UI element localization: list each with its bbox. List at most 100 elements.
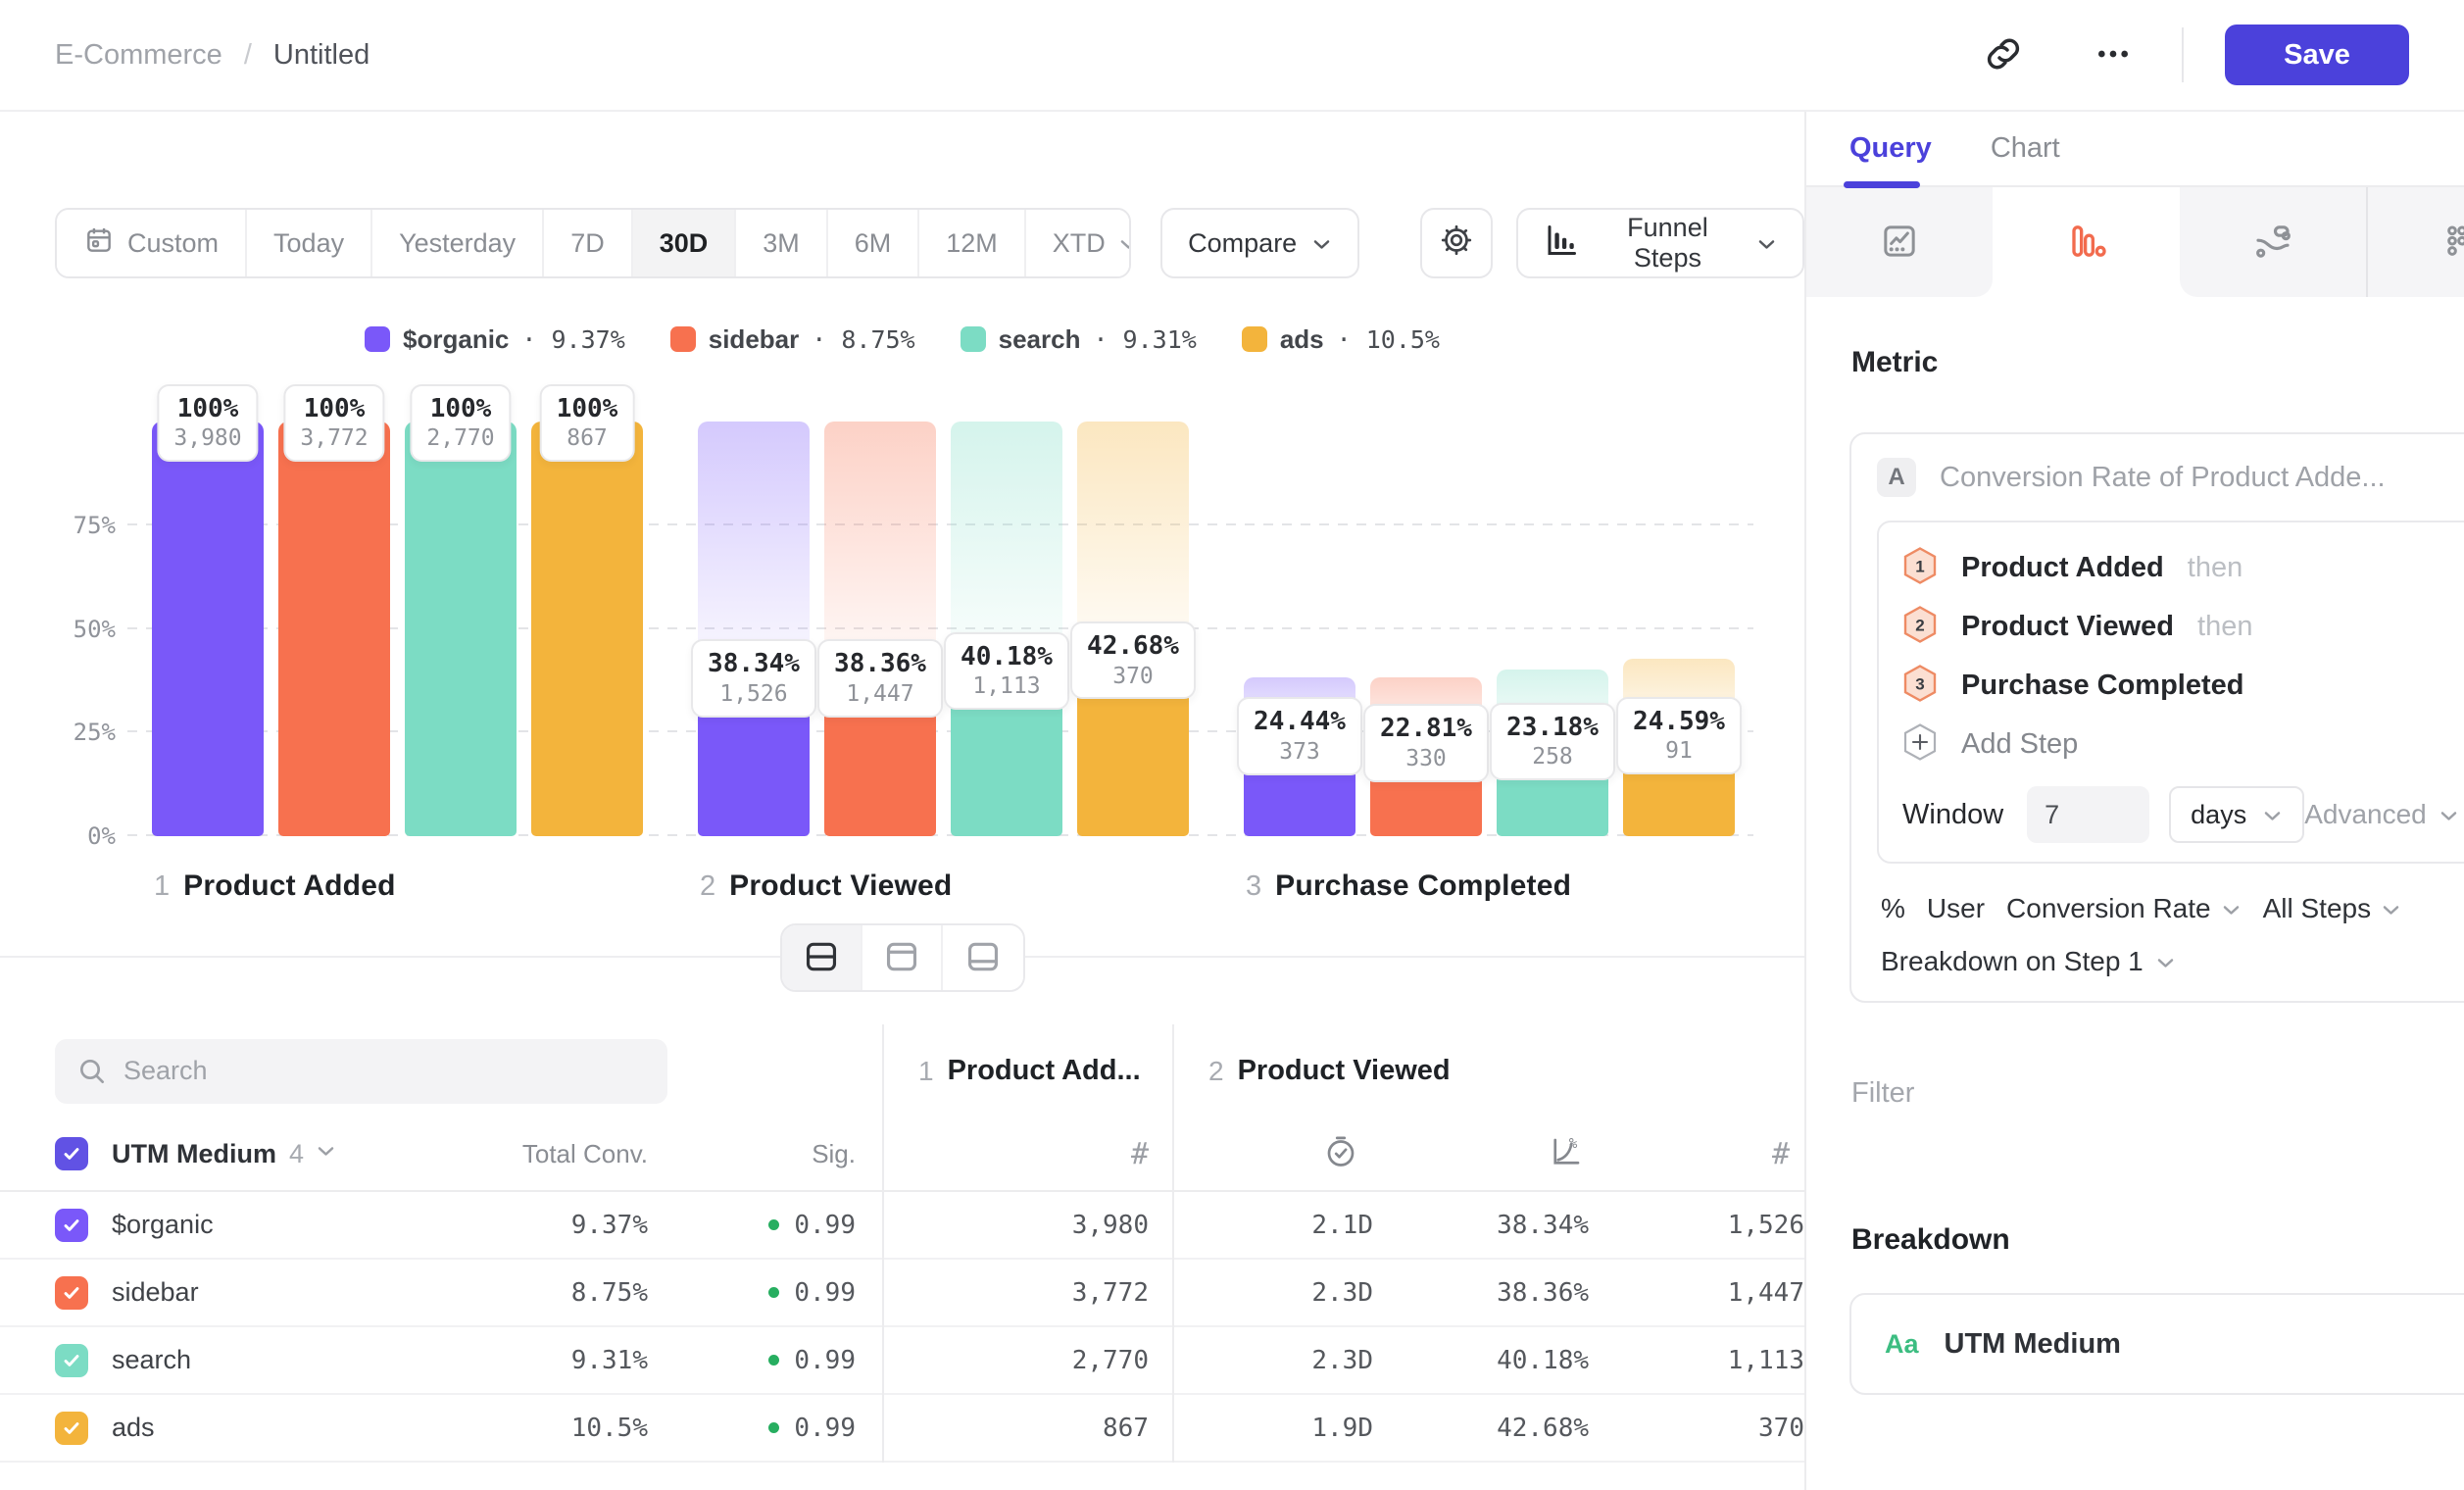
tab-query[interactable]: Query	[1849, 132, 1932, 165]
legend-item[interactable]: sidebar· 8.75%	[670, 324, 915, 355]
view-toggle-chart-only[interactable]	[862, 925, 943, 990]
range-button-yesterday[interactable]: Yesterday	[372, 210, 544, 276]
bar-value-label: 100%3,772	[283, 384, 384, 462]
chart-type-tab-line-chart[interactable]	[1806, 187, 1993, 297]
row-checkbox[interactable]	[55, 1209, 88, 1242]
bar-count: 370	[1087, 664, 1179, 691]
range-button-xtd[interactable]: XTD	[1026, 210, 1131, 276]
save-button[interactable]: Save	[2225, 25, 2409, 85]
row-step2-conversion: 42.68%	[1373, 1395, 1589, 1461]
query-step-row[interactable]: 2Product Viewedthen	[1902, 597, 2459, 656]
share-link-button[interactable]	[1976, 26, 2031, 84]
legend-item[interactable]: $organic· 9.37%	[365, 324, 625, 355]
column-header-count-icon[interactable]: #	[1589, 1118, 1804, 1190]
column-header-conversion-icon[interactable]: %	[1373, 1118, 1589, 1190]
bar-count: 373	[1254, 739, 1346, 767]
range-button-3m[interactable]: 3M	[736, 210, 828, 276]
group-count: 4	[289, 1139, 304, 1169]
select-all-checkbox[interactable]	[55, 1137, 88, 1170]
filter-section: Filter	[1851, 1075, 2464, 1112]
spacer	[856, 1192, 883, 1258]
step-connector: then	[2197, 611, 2252, 643]
window-unit-select[interactable]: days	[2169, 786, 2304, 843]
more-menu-button[interactable]	[2086, 26, 2141, 84]
range-button-6m[interactable]: 6M	[828, 210, 920, 276]
row-checkbox[interactable]	[55, 1276, 88, 1310]
query-step-row[interactable]: 3Purchase Completed	[1902, 656, 2459, 715]
add-step-row[interactable]: Add Step	[1902, 715, 2459, 773]
metric-title-row[interactable]: A Conversion Rate of Product Adde...	[1877, 458, 2464, 497]
chart-settings-button[interactable]	[1420, 208, 1493, 278]
row-checkbox[interactable]	[55, 1344, 88, 1377]
hash-icon: #	[1131, 1137, 1149, 1171]
row-significance: 0.99	[648, 1327, 856, 1393]
table-row[interactable]: ads10.5%0.998671.9D42.68%370	[0, 1395, 1804, 1463]
row-total-conversion-value: 8.75%	[571, 1278, 648, 1308]
chart-type-tab-funnel-bars[interactable]	[1993, 187, 2179, 297]
column-header-count-icon[interactable]: #	[883, 1118, 1173, 1190]
funnel-steps-icon	[1544, 223, 1579, 265]
chevron-down-icon	[316, 1145, 336, 1164]
table-row[interactable]: sidebar8.75%0.993,7722.3D38.36%1,447	[0, 1260, 1804, 1327]
funnel-bar[interactable]	[531, 422, 643, 836]
window-label: Window	[1902, 799, 2003, 831]
breakdown-item[interactable]: Aa UTM Medium	[1849, 1293, 2464, 1395]
range-button-today[interactable]: Today	[247, 210, 372, 276]
chart-type-tab-flow[interactable]	[2180, 187, 2366, 297]
y-axis-tick-label: 25%	[35, 719, 116, 746]
funnel-bar[interactable]	[405, 422, 517, 836]
funnel-bar[interactable]	[152, 422, 264, 836]
legend-item[interactable]: search· 9.31%	[961, 324, 1197, 355]
row-step1-count-value: 867	[1103, 1414, 1149, 1443]
table-step2-header[interactable]: 2 Product Viewed	[1173, 1024, 1804, 1118]
range-button-7d[interactable]: 7D	[544, 210, 633, 276]
compare-button[interactable]: Compare	[1160, 208, 1359, 278]
range-button-30d[interactable]: 30D	[633, 210, 737, 276]
significance-dot	[768, 1422, 779, 1433]
tab-chart[interactable]: Chart	[1991, 132, 2060, 165]
view-toggle-table-only[interactable]	[943, 925, 1023, 990]
metric-card: A Conversion Rate of Product Adde... 1Pr…	[1849, 432, 2464, 1003]
row-step2-conversion-value: 38.36%	[1497, 1278, 1589, 1308]
row-step2-count-value: 1,447	[1728, 1278, 1804, 1308]
bar-conversion-pct: 24.44%	[1254, 706, 1346, 739]
advanced-button[interactable]: Advanced	[2304, 799, 2459, 830]
legend-item[interactable]: ads· 10.5%	[1242, 324, 1440, 355]
svg-text:1: 1	[1915, 557, 1924, 575]
legend-series-name: sidebar	[709, 324, 800, 355]
bar-conversion-pct: 100%	[426, 393, 494, 426]
breadcrumb-page-title[interactable]: Untitled	[273, 39, 370, 72]
funnel-bar[interactable]	[278, 422, 390, 836]
y-axis-tick-label: 0%	[35, 822, 116, 850]
range-button-12m[interactable]: 12M	[919, 210, 1026, 276]
bar-conversion-pct: 38.36%	[834, 648, 926, 681]
view-toggle-split-view[interactable]	[782, 925, 862, 990]
window-value-input[interactable]	[2027, 786, 2149, 843]
breadcrumb-project[interactable]: E-Commerce	[55, 39, 222, 72]
row-total-conversion: 8.75%	[427, 1260, 648, 1325]
table-row[interactable]: $organic9.37%0.993,9802.1D38.34%1,526	[0, 1192, 1804, 1260]
row-checkbox[interactable]	[55, 1412, 88, 1445]
query-step-row[interactable]: 1Product Addedthen	[1902, 538, 2459, 597]
range-label: 12M	[946, 228, 998, 259]
column-header-sig[interactable]: Sig.	[648, 1118, 856, 1190]
chart-type-tab-grid-dots[interactable]	[2366, 187, 2464, 297]
table-step1-header[interactable]: 1 Product Add...	[883, 1024, 1173, 1118]
row-step2-count: 370	[1589, 1395, 1804, 1461]
search-input[interactable]	[123, 1056, 624, 1086]
measurement-entity[interactable]: User	[1927, 893, 1985, 924]
panel-tabs: Query Chart	[1806, 112, 2464, 187]
table-row[interactable]: search9.31%0.992,7702.3D40.18%1,113	[0, 1327, 1804, 1395]
range-button-custom[interactable]: Custom	[57, 210, 247, 276]
bar-conversion-pct: 23.18%	[1506, 712, 1599, 745]
chart-type-button[interactable]: Funnel Steps	[1516, 208, 1804, 278]
bar-count: 91	[1633, 738, 1725, 766]
measurement-metric-select[interactable]: Conversion Rate	[2006, 893, 2242, 924]
breakdown-on-select[interactable]: Breakdown on Step 1	[1877, 946, 2464, 977]
column-header-total-conv[interactable]: Total Conv.	[427, 1118, 648, 1190]
chevron-down-icon	[1756, 228, 1777, 259]
chevron-down-icon	[2155, 946, 2176, 977]
column-header-avg-time-icon[interactable]	[1173, 1118, 1373, 1190]
measurement-scope-select[interactable]: All Steps	[2263, 893, 2402, 924]
group-header-cell[interactable]: UTM Medium 4	[55, 1118, 427, 1190]
